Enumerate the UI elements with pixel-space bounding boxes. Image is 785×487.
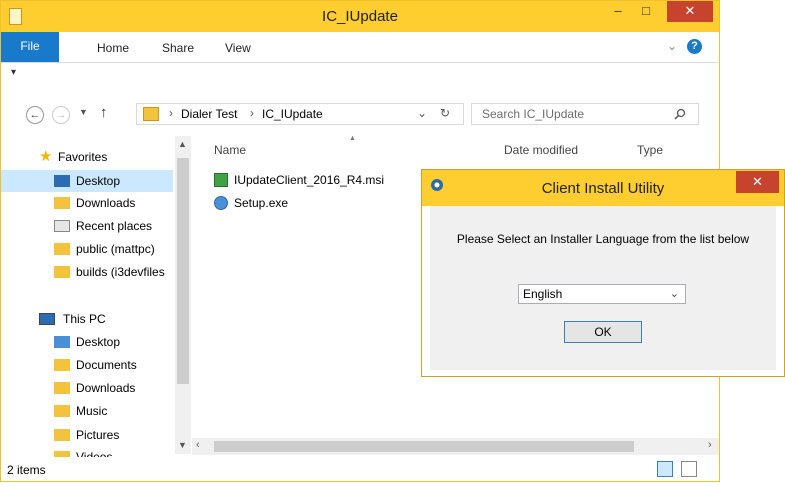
downloads-folder-icon (54, 382, 70, 394)
breadcrumb-ic-iupdate[interactable]: IC_IUpdate (262, 107, 323, 121)
large-icons-view-icon[interactable] (681, 461, 697, 477)
nav-item-recent-places[interactable]: Recent places (1, 215, 173, 237)
scroll-up-icon[interactable]: ▲ (178, 139, 187, 149)
nav-scrollbar[interactable]: ▲ ▼ (175, 136, 191, 454)
dialog-message: Please Select an Installer Language from… (456, 232, 750, 246)
tab-file[interactable]: File (1, 32, 59, 62)
nav-item-desktop[interactable]: Desktop (1, 170, 173, 192)
scroll-right-icon[interactable]: › (708, 439, 712, 451)
search-icon[interactable] (674, 108, 686, 120)
column-header-date-modified[interactable]: Date modified (504, 143, 578, 157)
title-bar: IC_IUpdate – □ ✕ (1, 1, 719, 32)
navigation-pane: ★ Favorites Desktop Downloads Recent pla… (1, 135, 191, 457)
breadcrumb-separator: › (169, 106, 173, 120)
network-folder-icon (54, 266, 70, 278)
help-icon[interactable]: ? (687, 39, 702, 54)
nav-item-pc-desktop[interactable]: Desktop (1, 331, 173, 353)
tab-share[interactable]: Share (162, 41, 194, 55)
nav-item-videos[interactable]: Videos (1, 446, 173, 457)
breadcrumb-separator: › (250, 106, 254, 120)
ribbon-expand-icon[interactable]: ⌄ (667, 39, 677, 53)
search-placeholder: Search IC_IUpdate (482, 107, 585, 121)
nav-item-builds[interactable]: builds (i3devfiles (1, 261, 173, 283)
music-folder-icon (54, 405, 70, 417)
search-box[interactable]: Search IC_IUpdate (471, 103, 699, 125)
address-dropdown-icon[interactable]: ⌄ (417, 106, 427, 120)
tab-home[interactable]: Home (97, 41, 129, 55)
nav-item-public-mattpc[interactable]: public (mattpc) (1, 238, 173, 260)
nav-item-music[interactable]: Music (1, 400, 173, 422)
downloads-folder-icon (54, 197, 70, 209)
nav-favorites[interactable]: ★ Favorites (1, 146, 173, 168)
ok-button[interactable]: OK (564, 321, 642, 343)
nav-item-documents[interactable]: Documents (1, 354, 173, 376)
address-bar[interactable]: › Dialer Test › IC_IUpdate ⌄ ↻ (136, 103, 464, 125)
close-button[interactable]: ✕ (667, 1, 713, 22)
horizontal-scrollbar[interactable]: ‹ › (192, 438, 719, 455)
horizontal-scrollbar-thumb[interactable] (214, 441, 634, 452)
scroll-left-icon[interactable]: ‹ (196, 439, 200, 451)
folder-icon (143, 107, 159, 121)
computer-icon (39, 313, 55, 325)
nav-this-pc[interactable]: This PC (1, 308, 173, 330)
language-select-value: English (523, 287, 563, 301)
language-select[interactable]: English ⌄ (518, 284, 686, 304)
chevron-down-icon: ⌄ (669, 288, 679, 300)
breadcrumb-dialer-test[interactable]: Dialer Test (181, 107, 237, 121)
column-header-name[interactable]: Name (214, 143, 246, 157)
documents-folder-icon (54, 359, 70, 371)
nav-item-pc-downloads[interactable]: Downloads (1, 377, 173, 399)
nav-scrollbar-thumb[interactable] (177, 158, 189, 384)
column-header-type[interactable]: Type (637, 143, 663, 157)
sort-ascending-icon: ▲ (349, 135, 356, 142)
network-folder-icon (54, 243, 70, 255)
quick-access-toolbar-dropdown-icon[interactable]: ▾ (11, 67, 16, 78)
dialog-title-bar: Client Install Utility ✕ (422, 170, 784, 206)
star-icon: ★ (39, 148, 53, 165)
desktop-folder-icon (54, 336, 70, 348)
refresh-icon[interactable]: ↻ (440, 106, 450, 120)
minimize-button[interactable]: – (605, 1, 631, 22)
scroll-down-icon[interactable]: ▼ (178, 440, 187, 450)
desktop-icon (54, 175, 70, 187)
setup-exe-icon (214, 196, 228, 210)
item-count: 2 items (7, 463, 46, 477)
install-dialog: Client Install Utility ✕ Please Select a… (421, 169, 785, 377)
pictures-folder-icon (54, 429, 70, 441)
status-bar: 2 items (1, 457, 719, 481)
nav-item-downloads[interactable]: Downloads (1, 192, 173, 214)
up-arrow-icon[interactable]: ↑ (100, 104, 108, 121)
ribbon-tabs: File Home Share View ⌄ ? (1, 32, 719, 63)
dialog-close-button[interactable]: ✕ (736, 171, 779, 193)
address-row: ← → ▼ ↑ › Dialer Test › IC_IUpdate ⌄ ↻ S… (1, 95, 719, 133)
recent-locations-icon[interactable]: ▼ (79, 107, 88, 117)
details-view-icon[interactable] (657, 461, 673, 477)
dialog-body: Please Select an Installer Language from… (430, 206, 776, 370)
forward-icon[interactable]: → (52, 106, 70, 124)
recent-places-icon (54, 220, 70, 232)
tab-view[interactable]: View (225, 41, 251, 55)
dialog-title: Client Install Utility (541, 180, 665, 197)
maximize-button[interactable]: □ (633, 1, 659, 22)
back-icon[interactable]: ← (26, 106, 44, 124)
nav-item-pictures[interactable]: Pictures (1, 424, 173, 446)
msi-installer-icon (214, 173, 228, 187)
